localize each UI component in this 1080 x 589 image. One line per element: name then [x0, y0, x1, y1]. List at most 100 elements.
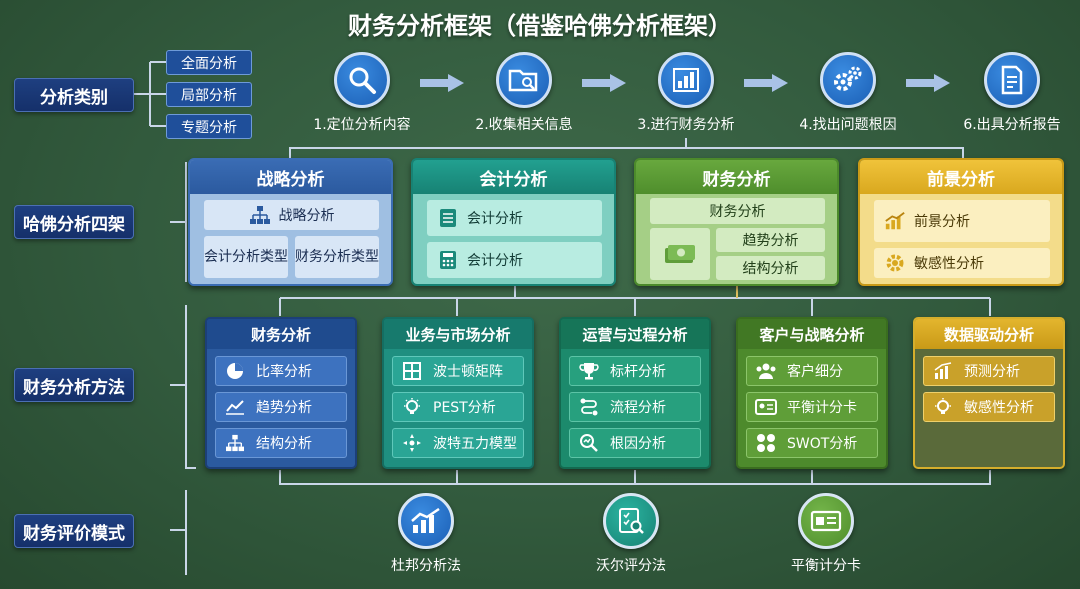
prospect-item-1: 前景分析 [874, 200, 1050, 242]
method-operations: 运营与过程分析 标杆分析 流程分析 根因分析 [559, 317, 711, 469]
step-2: 2.收集相关信息 [449, 52, 599, 134]
gear-icon [884, 252, 906, 274]
accounting-item-2: 会计分析 [427, 242, 602, 278]
method-item-label: 波士顿矩阵 [433, 364, 503, 380]
method-item: 敏感性分析 [923, 392, 1055, 422]
evaluation-label: 平衡计分卡 [791, 558, 861, 574]
category-evaluation: 财务评价模式 [14, 514, 134, 548]
financial-main: 财务分析 [650, 198, 825, 224]
prospect-item-2: 敏感性分析 [874, 248, 1050, 278]
step-label: 2.收集相关信息 [475, 117, 573, 133]
framework-title: 战略分析 [190, 160, 391, 194]
framework-title: 财务分析 [636, 160, 837, 194]
method-item: SWOT分析 [746, 428, 878, 458]
flow-icon [578, 396, 600, 418]
evaluation-bsc: 平衡计分卡 [766, 493, 886, 575]
method-title: 数据驱动分析 [915, 319, 1063, 349]
evaluation-wall: 沃尔评分法 [571, 493, 691, 575]
method-item: 平衡计分卡 [746, 392, 878, 422]
framework-prospect: 前景分析 前景分析 敏感性分析 [858, 158, 1064, 286]
method-item-label: 预测分析 [964, 364, 1020, 380]
step-1: 1.定位分析内容 [287, 52, 437, 134]
method-item: 流程分析 [569, 392, 701, 422]
strategy-main: 战略分析 [204, 200, 379, 230]
method-item-label: 敏感性分析 [964, 400, 1034, 416]
method-business-market: 业务与市场分析 波士顿矩阵 PEST分析 波特五力模型 [382, 317, 534, 469]
org-icon [249, 204, 271, 226]
method-item: 趋势分析 [215, 392, 347, 422]
method-title: 运营与过程分析 [561, 319, 709, 349]
matrix-icon [401, 360, 423, 382]
id-card-icon [798, 493, 854, 549]
page-title: 财务分析框架（借鉴哈佛分析框架） [348, 12, 732, 40]
method-title: 业务与市场分析 [384, 319, 532, 349]
method-item: 波士顿矩阵 [392, 356, 524, 386]
method-item: 标杆分析 [569, 356, 701, 386]
org-icon [224, 432, 246, 454]
method-item: PEST分析 [392, 392, 524, 422]
pill-label: 敏感性分析 [914, 256, 984, 272]
method-item-label: 平衡计分卡 [787, 400, 857, 416]
growth-chart-icon [398, 493, 454, 549]
method-item-label: PEST分析 [433, 400, 496, 416]
method-item-label: 客户细分 [787, 364, 843, 380]
folder-search-icon [496, 52, 552, 108]
method-item-label: 流程分析 [610, 400, 666, 416]
calculator-icon [437, 249, 459, 271]
analysis-type-partial: 局部分析 [166, 82, 252, 107]
search-icon [334, 52, 390, 108]
users-icon [755, 360, 777, 382]
trend-icon [224, 396, 246, 418]
pill-label: 战略分析 [278, 208, 335, 224]
bulb-icon [401, 396, 423, 418]
swot-icon [755, 432, 777, 454]
step-3: 3.进行财务分析 [611, 52, 761, 134]
evaluation-label: 沃尔评分法 [596, 558, 666, 574]
method-item: 预测分析 [923, 356, 1055, 386]
bulb-icon [932, 396, 954, 418]
framework-accounting: 会计分析 会计分析 会计分析 [411, 158, 616, 286]
card-icon [755, 396, 777, 418]
method-title: 客户与战略分析 [738, 319, 886, 349]
step-label: 3.进行财务分析 [637, 117, 735, 133]
framework-strategy: 战略分析 战略分析 会计分析类型 财务分析类型 [188, 158, 393, 286]
step-label: 4.找出问题根因 [799, 117, 897, 133]
method-item: 客户细分 [746, 356, 878, 386]
ledger-icon [437, 207, 459, 229]
money-icon [650, 228, 710, 280]
magnify-icon [578, 432, 600, 454]
method-item: 波特五力模型 [392, 428, 524, 458]
method-item: 结构分析 [215, 428, 347, 458]
strategy-accounting-type: 会计分析类型 [204, 236, 288, 278]
pill-label: 会计分析 [467, 211, 523, 227]
evaluation-label: 杜邦分析法 [391, 558, 461, 574]
framework-title: 前景分析 [860, 160, 1062, 194]
accounting-item-1: 会计分析 [427, 200, 602, 236]
category-methods: 财务分析方法 [14, 368, 134, 402]
strategy-financial-type: 财务分析类型 [295, 236, 379, 278]
method-item-label: 波特五力模型 [433, 436, 517, 452]
framework-financial: 财务分析 财务分析 趋势分析 结构分析 [634, 158, 839, 286]
method-item-label: 趋势分析 [256, 400, 312, 416]
growth-chart-icon [884, 210, 906, 232]
method-data-driven: 数据驱动分析 预测分析 敏感性分析 [913, 317, 1065, 469]
category-harvard: 哈佛分析四架 [14, 205, 134, 239]
step-4: 4.找出问题根因 [773, 52, 923, 134]
step-label: 6.出具分析报告 [963, 117, 1061, 133]
report-icon [984, 52, 1040, 108]
framework-title: 会计分析 [413, 160, 614, 194]
pie-icon [224, 360, 246, 382]
method-item: 比率分析 [215, 356, 347, 386]
step-5: 6.出具分析报告 [937, 52, 1080, 134]
step-label: 1.定位分析内容 [313, 117, 411, 133]
method-item-label: 结构分析 [256, 436, 312, 452]
method-title: 财务分析 [207, 319, 355, 349]
pill-label: 会计分析 [467, 253, 523, 269]
method-financial: 财务分析 比率分析 趋势分析 结构分析 [205, 317, 357, 469]
method-item-label: SWOT分析 [787, 436, 858, 452]
financial-trend: 趋势分析 [716, 228, 825, 252]
bar-chart-icon [658, 52, 714, 108]
method-item-label: 标杆分析 [610, 364, 666, 380]
method-customer-strategy: 客户与战略分析 客户细分 平衡计分卡 SWOT分析 [736, 317, 888, 469]
trophy-icon [578, 360, 600, 382]
